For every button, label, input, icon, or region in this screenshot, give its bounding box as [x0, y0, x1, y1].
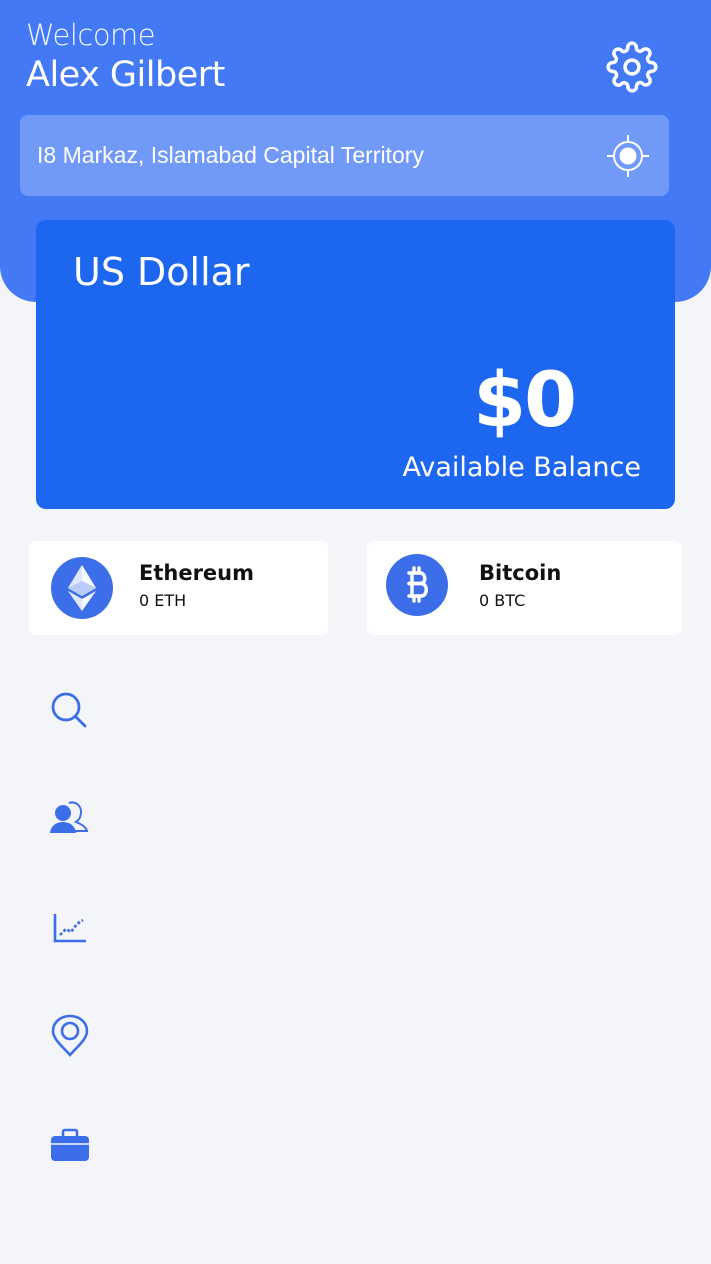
coin-name: Bitcoin [479, 561, 562, 585]
bitcoin-card[interactable]: Bitcoin 0 BTC [367, 541, 682, 635]
welcome-text: Welcome [26, 18, 156, 52]
users-icon [50, 801, 89, 833]
bitcoin-icon [386, 554, 448, 616]
balance-card[interactable]: US Dollar $0 Available Balance [36, 220, 675, 509]
coin-amount: 0 ETH [139, 591, 187, 610]
user-name: Alex Gilbert [26, 55, 225, 95]
balance-amount: $0 [473, 355, 577, 444]
locate-button[interactable] [605, 133, 651, 179]
ethereum-card[interactable]: Ethereum 0 ETH [29, 541, 328, 635]
coin-amount: 0 BTC [479, 591, 526, 610]
location-pin-icon [51, 1014, 89, 1057]
gear-icon [606, 41, 658, 93]
coin-name: Ethereum [139, 561, 255, 585]
nav-users-button[interactable] [48, 797, 92, 841]
nav-location-button[interactable] [48, 1014, 92, 1058]
search-icon [51, 692, 87, 728]
currency-name: US Dollar [73, 250, 250, 294]
nav-chart-button[interactable] [48, 906, 92, 950]
settings-button[interactable] [606, 41, 658, 93]
location-address: I8 Markaz, Islamabad Capital Territory [37, 142, 424, 168]
ethereum-icon [51, 557, 113, 619]
balance-label: Available Balance [402, 452, 641, 483]
chart-icon [53, 914, 86, 943]
location-bar[interactable]: I8 Markaz, Islamabad Capital Territory [20, 115, 669, 196]
nav-search-button[interactable] [48, 689, 92, 733]
nav-briefcase-button[interactable] [48, 1123, 92, 1167]
briefcase-icon [51, 1128, 89, 1161]
crosshair-icon [607, 135, 649, 177]
